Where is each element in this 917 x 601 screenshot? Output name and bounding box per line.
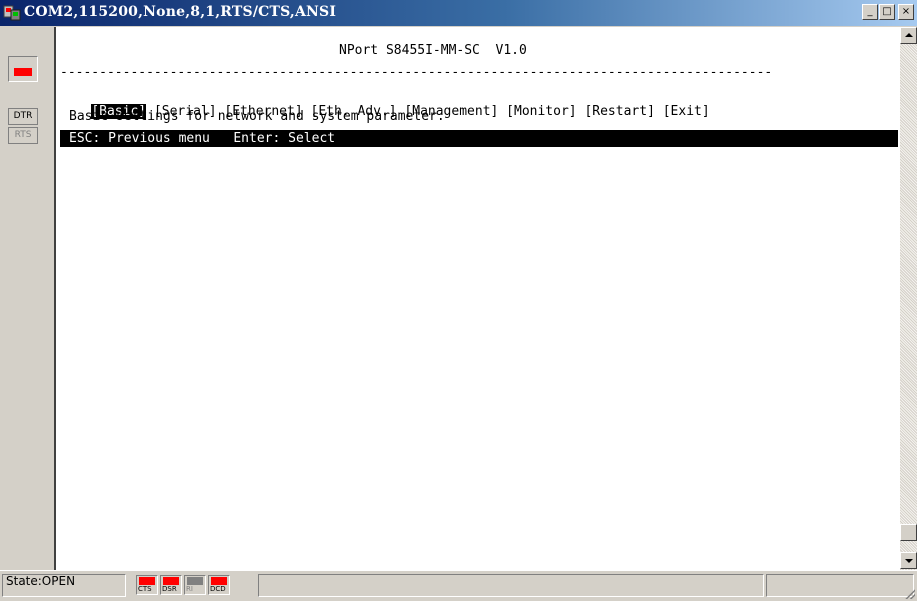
- title-bar[interactable]: COM2,115200,None,8,1,RTS/CTS,ANSI _ □ ×: [0, 0, 917, 26]
- status-panel-right: [766, 574, 914, 597]
- vertical-scrollbar[interactable]: [900, 27, 917, 584]
- dcd-led: DCD: [208, 575, 230, 595]
- scroll-thumb[interactable]: [900, 524, 917, 541]
- status-panel-main: [258, 574, 764, 597]
- scroll-down-button[interactable]: [900, 552, 917, 569]
- menu-description: Basic settings for network and system pa…: [69, 109, 445, 124]
- connection-led: [8, 56, 38, 82]
- arrow-up-icon: [905, 33, 913, 37]
- dcd-led-box: [211, 577, 227, 585]
- terminal-screen[interactable]: NPort S8455I-MM-SC V1.0 ----------------…: [54, 27, 900, 570]
- rts-toggle[interactable]: RTS: [8, 127, 38, 144]
- close-button[interactable]: ×: [898, 4, 914, 20]
- minimize-button[interactable]: _: [862, 4, 878, 20]
- dcd-label: DCD: [210, 585, 226, 593]
- arrow-down-icon: [905, 559, 913, 563]
- maximize-button[interactable]: □: [879, 4, 895, 20]
- menu-item-exit[interactable]: [Exit]: [663, 104, 710, 119]
- scroll-up-button[interactable]: [900, 27, 917, 44]
- dsr-label: DSR: [162, 585, 177, 593]
- led-indicator: [14, 68, 32, 76]
- cts-label: CTS: [138, 585, 152, 593]
- dtr-label: DTR: [13, 111, 33, 121]
- ri-label: RI: [186, 585, 193, 593]
- ri-led: RI: [184, 575, 206, 595]
- cts-led-box: [139, 577, 155, 585]
- dsr-led: DSR: [160, 575, 182, 595]
- resize-grip-icon[interactable]: [903, 587, 915, 599]
- connection-state: State:OPEN: [6, 574, 76, 588]
- separator-line: ----------------------------------------…: [60, 65, 773, 80]
- status-bar: State:OPEN CTS DSR RI DCD: [0, 570, 917, 601]
- signal-panel: DTR RTS: [0, 26, 52, 570]
- rts-label: RTS: [14, 130, 32, 140]
- device-header: NPort S8455I-MM-SC V1.0: [339, 43, 527, 58]
- dsr-led-box: [163, 577, 179, 585]
- close-icon: ×: [901, 6, 911, 17]
- dtr-toggle[interactable]: DTR: [8, 108, 38, 125]
- maximize-icon: □: [882, 6, 892, 17]
- cts-led: CTS: [136, 575, 158, 595]
- ri-led-box: [187, 577, 203, 585]
- menu-item-restart[interactable]: [Restart]: [584, 104, 654, 119]
- minimize-icon: _: [867, 6, 873, 17]
- key-hint-bar: ESC: Previous menu Enter: Select: [60, 130, 898, 147]
- window-title: COM2,115200,None,8,1,RTS/CTS,ANSI: [24, 4, 337, 20]
- terminal-app-icon[interactable]: [3, 4, 21, 22]
- menu-item-monitor[interactable]: [Monitor]: [506, 104, 576, 119]
